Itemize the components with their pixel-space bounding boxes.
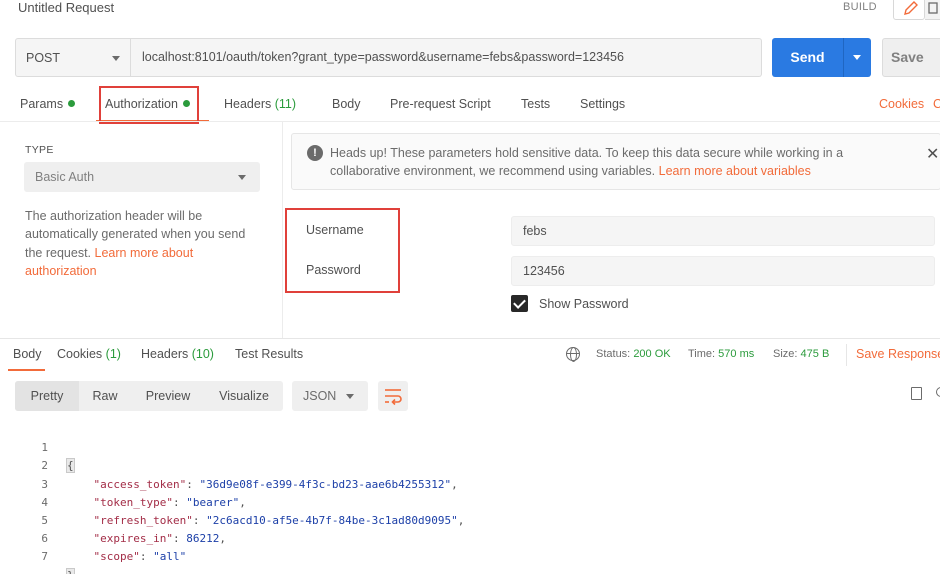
tab-label: Test Results bbox=[235, 347, 304, 361]
view-preview-button[interactable]: Preview bbox=[131, 381, 205, 411]
status-label: Status: bbox=[596, 348, 631, 360]
divider bbox=[846, 344, 847, 366]
code-line: 4 "refresh_token": "2c6acd10-af5e-4b7f-8… bbox=[0, 476, 940, 527]
json-key: "scope" bbox=[93, 550, 140, 564]
tab-label: Headers bbox=[141, 347, 189, 361]
auth-type-value: Basic Auth bbox=[35, 170, 95, 184]
highlight-box-authorization bbox=[99, 86, 199, 124]
response-tab-test-results[interactable]: Test Results bbox=[235, 347, 303, 361]
status-info: Status: 200 OK bbox=[596, 348, 671, 360]
size-value: 475 B bbox=[800, 348, 830, 360]
view-visualize-button[interactable]: Visualize bbox=[205, 381, 283, 411]
code-brace: } bbox=[66, 567, 75, 574]
active-tab-indicator bbox=[8, 369, 45, 371]
response-body-code[interactable]: 1 { 2 "access_token": "36d9e08f-e399-4f3… bbox=[0, 421, 940, 574]
copy-icon[interactable] bbox=[907, 383, 922, 400]
search-icon[interactable] bbox=[936, 387, 940, 397]
request-title[interactable]: Untitled Request bbox=[18, 0, 114, 15]
code-line: 2 "access_token": "36d9e08f-e399-4f3c-bd… bbox=[0, 439, 940, 490]
username-input[interactable]: febs bbox=[511, 216, 935, 246]
code-link[interactable]: C bbox=[933, 97, 940, 111]
tab-count: (10) bbox=[191, 347, 214, 361]
json-value: "all" bbox=[153, 550, 187, 564]
line-number: 7 bbox=[41, 550, 48, 564]
build-mode-label[interactable]: BUILD bbox=[843, 1, 877, 13]
response-tab-cookies[interactable]: Cookies (1) bbox=[57, 347, 121, 361]
tab-label: Pre-request Script bbox=[390, 97, 491, 111]
code-line: 6 "scope": "all" bbox=[0, 512, 940, 563]
send-options-button[interactable] bbox=[843, 38, 871, 77]
send-button[interactable]: Send bbox=[772, 38, 843, 77]
time-value: 570 ms bbox=[718, 348, 755, 360]
tab-pre-request-script[interactable]: Pre-request Script bbox=[390, 97, 491, 111]
tab-label: Settings bbox=[580, 97, 626, 111]
save-button[interactable]: Save bbox=[882, 38, 940, 77]
cookies-link[interactable]: Cookies bbox=[879, 97, 924, 111]
auth-type-select[interactable]: Basic Auth bbox=[24, 162, 260, 192]
auth-description: The authorization header will be automat… bbox=[25, 207, 260, 280]
warning-icon: ! bbox=[307, 145, 323, 161]
caret-down-icon bbox=[112, 56, 120, 61]
auth-type-heading: TYPE bbox=[25, 144, 54, 156]
learn-more-variables-link[interactable]: Learn more about variables bbox=[659, 164, 811, 178]
code-line: 1 { bbox=[0, 421, 940, 474]
divider bbox=[0, 338, 940, 339]
time-info: Time: 570 ms bbox=[688, 348, 754, 360]
highlight-box-credentials bbox=[285, 208, 400, 293]
response-tab-headers[interactable]: Headers (10) bbox=[141, 347, 214, 361]
wrap-lines-icon bbox=[385, 389, 402, 406]
response-view-switcher: Pretty Raw Preview Visualize bbox=[15, 381, 283, 411]
tab-settings[interactable]: Settings bbox=[580, 97, 625, 111]
show-password-checkbox[interactable] bbox=[511, 295, 528, 312]
wrap-lines-button[interactable] bbox=[378, 381, 408, 411]
caret-down-icon bbox=[346, 394, 354, 399]
tab-body[interactable]: Body bbox=[332, 97, 361, 111]
code-line: 3 "token_type": "bearer", bbox=[0, 457, 940, 509]
edit-button[interactable] bbox=[893, 0, 925, 20]
sensitive-data-notice: ! Heads up! These parameters hold sensit… bbox=[291, 133, 940, 190]
tab-label: Tests bbox=[521, 97, 551, 111]
password-input[interactable]: 123456 bbox=[511, 256, 935, 286]
divider bbox=[282, 122, 283, 338]
tab-label: Headers bbox=[224, 97, 272, 111]
view-pretty-button[interactable]: Pretty bbox=[15, 381, 79, 411]
code-line: 7 } bbox=[0, 530, 940, 574]
caret-down-icon bbox=[238, 175, 246, 180]
size-info: Size: 475 B bbox=[773, 348, 829, 360]
code-text: } bbox=[66, 567, 75, 574]
tab-count: (1) bbox=[105, 347, 121, 361]
tab-count: (11) bbox=[274, 97, 297, 111]
method-label: POST bbox=[26, 51, 61, 65]
divider bbox=[0, 121, 940, 122]
time-label: Time: bbox=[688, 348, 716, 360]
caret-down-icon bbox=[853, 55, 861, 60]
edit-icon bbox=[904, 1, 918, 15]
status-value: 200 OK bbox=[633, 348, 671, 360]
notice-text: Heads up! These parameters hold sensitiv… bbox=[330, 144, 870, 180]
format-value: JSON bbox=[303, 389, 337, 403]
save-response-button[interactable]: Save Response bbox=[856, 347, 940, 361]
tab-tests[interactable]: Tests bbox=[521, 97, 550, 111]
close-icon[interactable]: ✕ bbox=[926, 144, 939, 164]
method-select[interactable]: POST bbox=[15, 38, 131, 77]
status-dot-icon bbox=[68, 100, 76, 107]
tab-label: Params bbox=[20, 97, 64, 111]
documentation-button[interactable] bbox=[925, 0, 940, 20]
response-tab-body[interactable]: Body bbox=[13, 347, 42, 361]
globe-icon[interactable] bbox=[566, 347, 580, 362]
tab-label: Cookies bbox=[57, 347, 103, 361]
tab-params[interactable]: Params bbox=[20, 97, 76, 111]
tab-label: Body bbox=[13, 347, 42, 361]
size-label: Size: bbox=[773, 348, 798, 360]
show-password-label[interactable]: Show Password bbox=[539, 297, 629, 311]
code-text: "scope": "all" bbox=[93, 550, 187, 564]
code-line: 5 "expires_in": 86212, bbox=[0, 494, 940, 545]
view-raw-button[interactable]: Raw bbox=[79, 381, 131, 411]
url-input[interactable]: localhost:8101/oauth/token?grant_type=pa… bbox=[131, 38, 762, 77]
tab-headers[interactable]: Headers (11) bbox=[224, 97, 296, 111]
document-icon bbox=[928, 2, 938, 14]
tab-label: Body bbox=[332, 97, 361, 111]
format-select[interactable]: JSON bbox=[292, 381, 368, 411]
